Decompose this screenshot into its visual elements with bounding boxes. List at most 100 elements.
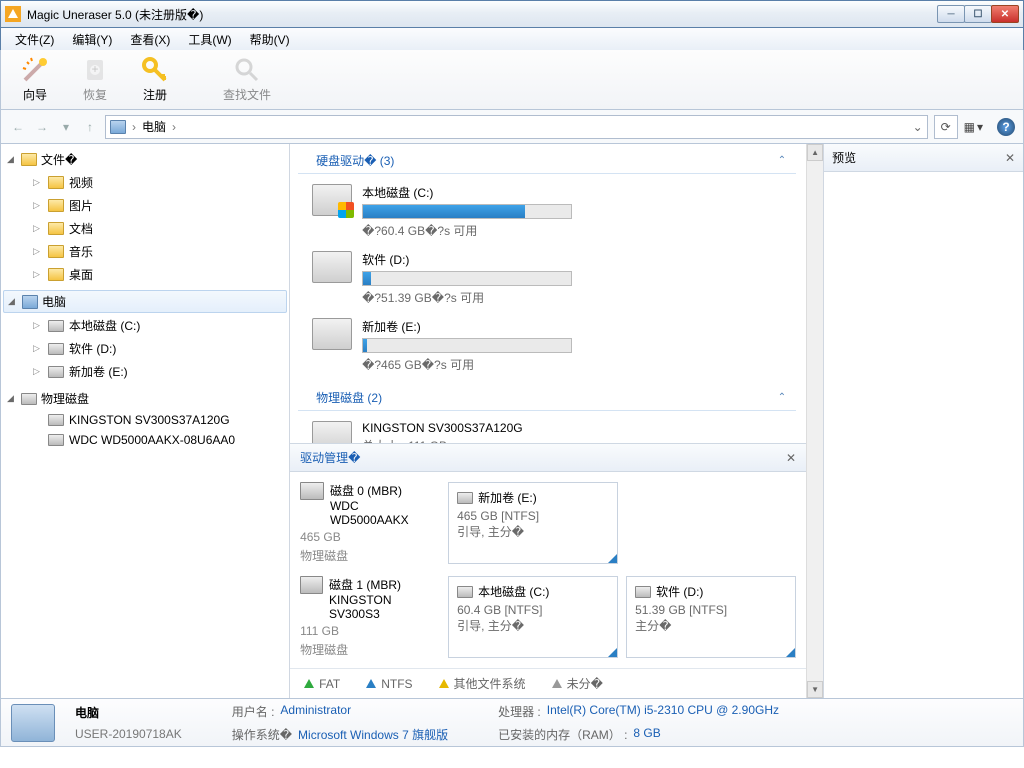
- volume-item[interactable]: 软件 (D:)�?51.39 GB�?s 可用: [290, 247, 806, 314]
- folder-icon: [21, 153, 37, 166]
- menu-tools[interactable]: 工具(W): [180, 29, 239, 50]
- main-area: ◢文件� ▷视频▷图片▷文档▷音乐▷桌面 ◢电脑 ▷本地磁盘 (C:)▷软件 (…: [0, 144, 1024, 699]
- view-mode-button[interactable]: ▦▾: [964, 120, 983, 134]
- item-icon: [48, 199, 64, 212]
- triangle-icon: [786, 648, 795, 657]
- tree-item[interactable]: ▷图片: [29, 194, 289, 217]
- partition[interactable]: 软件 (D:)51.39 GB [NTFS]主分�: [626, 576, 796, 658]
- breadcrumb[interactable]: › 电脑 › ⌄: [105, 115, 928, 139]
- volume-item[interactable]: 新加卷 (E:)�?465 GB�?s 可用: [290, 314, 806, 381]
- nav-back[interactable]: ←: [9, 118, 27, 136]
- tree-item[interactable]: ▷视频: [29, 171, 289, 194]
- help-button[interactable]: ?: [997, 118, 1015, 136]
- menu-bar: 文件(Z) 编辑(Y) 查看(X) 工具(W) 帮助(V): [0, 28, 1024, 50]
- toolbar: 向导 + 恢复 注册 查找文件: [0, 50, 1024, 110]
- tree-item[interactable]: ▷文档: [29, 217, 289, 240]
- breadcrumb-expand-icon[interactable]: ⌄: [913, 120, 923, 134]
- usage-bar: [362, 271, 572, 286]
- dm-disk[interactable]: 磁盘 1 (MBR)KINGSTON SV300S3111 GB物理磁盘: [300, 576, 440, 658]
- tree-item[interactable]: WDC WD5000AAKX-08U6AA0: [29, 430, 289, 450]
- nav-dropdown[interactable]: ▾: [57, 118, 75, 136]
- section-hdd-header[interactable]: 硬盘驱动� (3)⌃: [298, 146, 796, 174]
- window-titlebar: Magic Uneraser 5.0 (未注册版�) ─ ☐ ✕: [0, 0, 1024, 28]
- chevron-up-icon: ⌃: [778, 392, 786, 403]
- partition[interactable]: 本地磁盘 (C:)60.4 GB [NTFS]引导, 主分�: [448, 576, 618, 658]
- item-icon: [48, 343, 64, 355]
- status-host-sub: USER-20190718AK: [75, 727, 182, 741]
- refresh-button[interactable]: ⟳: [934, 115, 958, 139]
- disk-icon: [300, 576, 323, 594]
- scroll-up-icon[interactable]: ▲: [807, 144, 823, 161]
- computer-icon: [110, 120, 126, 134]
- drive-icon: [312, 318, 352, 350]
- nav-up[interactable]: ↑: [81, 118, 99, 136]
- nav-forward[interactable]: →: [33, 118, 51, 136]
- wizard-button[interactable]: 向导: [7, 53, 63, 107]
- item-icon: [48, 176, 64, 189]
- status-host-title: 电脑: [75, 704, 182, 721]
- breadcrumb-sep: ›: [172, 120, 176, 134]
- disk-icon: [300, 482, 324, 500]
- tree-group-computer[interactable]: ◢电脑: [3, 290, 287, 313]
- item-icon: [48, 366, 64, 378]
- address-bar: ← → ▾ ↑ › 电脑 › ⌄ ⟳ ▦▾ ?: [0, 110, 1024, 144]
- physical-item[interactable]: KINGSTON SV300S37A120G总大小 : 111 GB: [290, 417, 806, 443]
- triangle-icon: [366, 679, 376, 688]
- triangle-icon: [304, 679, 314, 688]
- section-phys-header[interactable]: 物理磁盘 (2)⌃: [298, 383, 796, 411]
- recover-icon: +: [81, 56, 109, 84]
- menu-help[interactable]: 帮助(V): [242, 29, 298, 50]
- recover-button[interactable]: + 恢复: [67, 53, 123, 107]
- minimize-button[interactable]: ─: [937, 5, 965, 23]
- triangle-icon: [552, 679, 562, 688]
- partition[interactable]: 新加卷 (E:)465 GB [NTFS]引导, 主分�: [448, 482, 618, 564]
- drive-icon: [312, 251, 352, 283]
- tree-item[interactable]: KINGSTON SV300S37A120G: [29, 410, 289, 430]
- close-button[interactable]: ✕: [991, 5, 1019, 23]
- search-icon: [233, 56, 261, 84]
- window-title: Magic Uneraser 5.0 (未注册版�): [27, 6, 938, 23]
- drive-icon: [312, 184, 352, 216]
- tree-item[interactable]: ▷本地磁盘 (C:): [29, 314, 289, 337]
- dm-disk[interactable]: 磁盘 0 (MBR)WDC WD5000AAKX465 GB物理磁盘: [300, 482, 440, 564]
- app-icon: [5, 6, 21, 22]
- scroll-down-icon[interactable]: ▼: [807, 681, 823, 698]
- tree-item[interactable]: ▷音乐: [29, 240, 289, 263]
- item-icon: [48, 268, 64, 281]
- triangle-icon: [608, 554, 617, 563]
- tree-group-files[interactable]: ◢文件�: [1, 148, 289, 171]
- register-button[interactable]: 注册: [127, 53, 183, 107]
- drive-mgmt-panel: 驱动管理�✕ 磁盘 0 (MBR)WDC WD5000AAKX465 GB物理磁…: [290, 443, 806, 698]
- breadcrumb-sep: ›: [132, 120, 136, 134]
- key-icon: [141, 56, 169, 84]
- wizard-icon: [21, 56, 49, 84]
- tree-item[interactable]: ▷桌面: [29, 263, 289, 286]
- preview-header: 预览✕: [824, 144, 1023, 172]
- maximize-button[interactable]: ☐: [964, 5, 992, 23]
- menu-view[interactable]: 查看(X): [122, 29, 178, 50]
- tree-item[interactable]: ▷新加卷 (E:): [29, 360, 289, 383]
- volume-item[interactable]: 本地磁盘 (C:)�?60.4 GB�?s 可用: [290, 180, 806, 247]
- view-icon: ▦: [964, 120, 975, 134]
- item-icon: [48, 434, 64, 446]
- find-button[interactable]: 查找文件: [219, 53, 275, 107]
- breadcrumb-root[interactable]: 电脑: [142, 118, 166, 135]
- scrollbar[interactable]: ▲▼: [806, 144, 823, 698]
- menu-edit[interactable]: 编辑(Y): [64, 29, 120, 50]
- computer-icon: [22, 295, 38, 309]
- nav-tree[interactable]: ◢文件� ▷视频▷图片▷文档▷音乐▷桌面 ◢电脑 ▷本地磁盘 (C:)▷软件 (…: [1, 144, 290, 698]
- drive-icon: [457, 492, 473, 504]
- content-pane: 硬盘驱动� (3)⌃ 本地磁盘 (C:)�?60.4 GB�?s 可用软件 (D…: [290, 144, 806, 698]
- close-icon[interactable]: ✕: [786, 451, 796, 465]
- tree-group-physical[interactable]: ◢物理磁盘: [1, 387, 289, 410]
- item-icon: [48, 320, 64, 332]
- svg-text:+: +: [91, 62, 98, 76]
- disk-icon: [21, 393, 37, 405]
- preview-pane: 预览✕: [823, 144, 1023, 698]
- drive-icon: [312, 421, 352, 443]
- dm-row: 磁盘 0 (MBR)WDC WD5000AAKX465 GB物理磁盘新加卷 (E…: [300, 482, 796, 564]
- menu-file[interactable]: 文件(Z): [7, 29, 62, 50]
- close-icon[interactable]: ✕: [1005, 151, 1015, 165]
- tree-item[interactable]: ▷软件 (D:): [29, 337, 289, 360]
- item-icon: [48, 414, 64, 426]
